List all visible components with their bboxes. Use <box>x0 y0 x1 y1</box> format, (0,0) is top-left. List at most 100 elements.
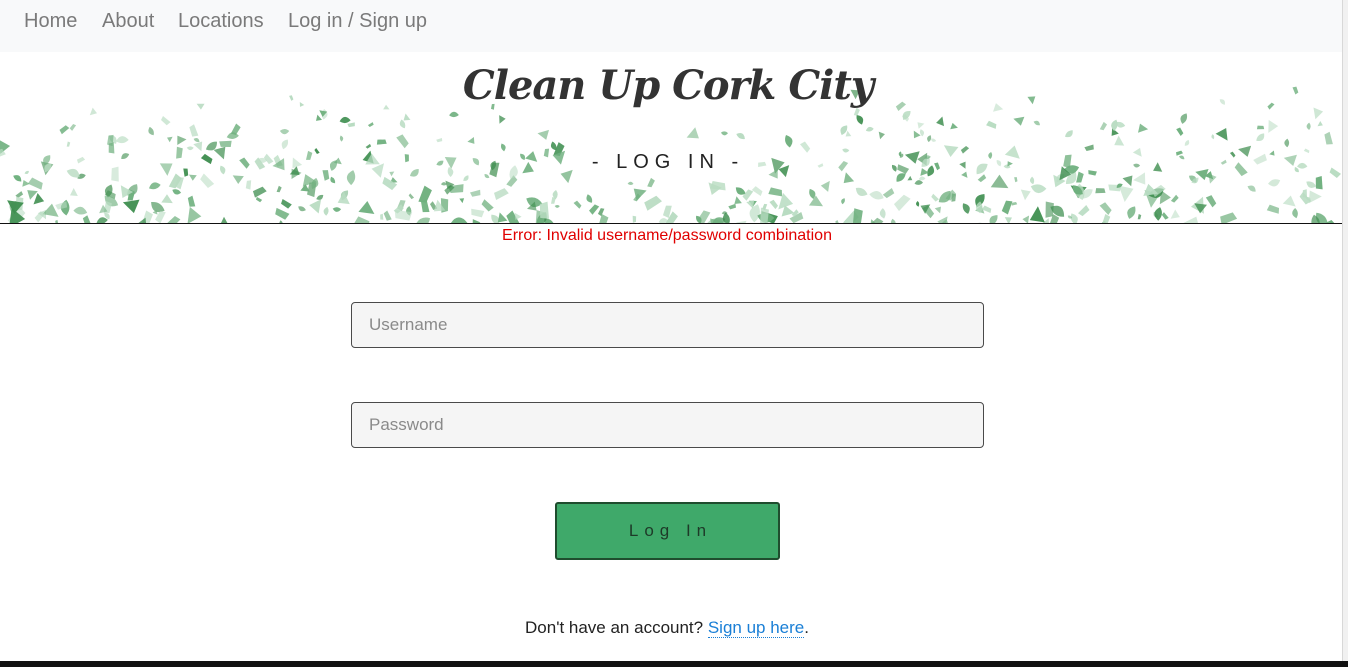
leaf-shape <box>167 136 173 143</box>
leaf-shape <box>148 126 154 136</box>
leaf-shape <box>1161 212 1169 220</box>
leaf-shape <box>1317 120 1323 127</box>
leaf-shape <box>256 196 263 203</box>
leaf-shape <box>66 141 71 147</box>
leaf-shape <box>977 174 987 183</box>
bottom-edge-bar <box>0 661 1348 667</box>
login-page: Home About Locations Log in / Sign up Cl… <box>0 0 1348 667</box>
nav-home-link[interactable]: Home <box>24 9 77 33</box>
leaf-shape <box>339 116 351 124</box>
leaf-shape <box>382 176 398 191</box>
leaf-shape <box>916 201 920 207</box>
leaf-shape <box>1284 138 1290 148</box>
top-navbar: Home About Locations Log in / Sign up <box>0 0 1342 52</box>
leaf-shape <box>936 116 944 127</box>
leaf-shape <box>330 176 336 184</box>
leaf-shape <box>1029 206 1045 223</box>
login-button[interactable]: Log In <box>555 502 780 560</box>
leaf-shape <box>166 216 181 223</box>
leaf-shape <box>1111 119 1118 131</box>
leaf-shape <box>1022 215 1030 223</box>
leaf-shape <box>1170 209 1180 219</box>
leaf-shape <box>893 194 911 212</box>
leaf-shape <box>13 175 22 182</box>
leaf-shape <box>769 199 779 210</box>
leaf-shape <box>554 205 560 208</box>
leaf-shape <box>189 124 199 137</box>
leaf-shape <box>1099 121 1108 131</box>
leaf-shape <box>1114 135 1125 146</box>
nav-locations-link[interactable]: Locations <box>178 9 264 33</box>
leaf-shape <box>279 129 290 135</box>
leaf-shape <box>1065 130 1073 138</box>
leaf-shape <box>436 138 443 143</box>
password-input[interactable] <box>351 402 984 448</box>
leaf-shape <box>332 207 342 212</box>
signup-prompt-text: Don't have an account? <box>525 618 704 637</box>
leaf-shape <box>347 122 355 128</box>
username-input[interactable] <box>351 302 984 348</box>
leaf-shape <box>187 195 196 207</box>
leaf-shape <box>1292 208 1298 219</box>
leaf-shape <box>1095 188 1106 194</box>
nav-login-signup-link[interactable]: Log in / Sign up <box>288 9 427 33</box>
leaf-shape <box>934 206 941 214</box>
leaf-shape <box>1004 217 1012 223</box>
leaf-shape <box>219 140 232 148</box>
leaf-shape <box>1020 189 1031 201</box>
leaf-shape <box>467 136 475 144</box>
leaf-shape <box>1176 127 1184 136</box>
leaf-shape <box>376 139 387 145</box>
leaf-shape <box>365 143 372 149</box>
page-heading: - LOG IN - <box>591 151 745 173</box>
leaf-shape <box>59 125 70 135</box>
leaf-shape <box>1099 202 1112 215</box>
leaf-shape <box>736 132 745 140</box>
leaf-shape <box>869 191 884 200</box>
leaf-shape <box>354 216 370 223</box>
leaf-shape <box>927 135 932 143</box>
leaf-shape <box>539 201 550 219</box>
leaf-shape <box>281 199 292 209</box>
leaf-shape <box>383 210 392 221</box>
leaf-shape <box>749 204 760 223</box>
leaf-shape <box>252 186 267 198</box>
scrollbar-track[interactable] <box>1342 0 1348 667</box>
leaf-shape <box>918 176 926 181</box>
leaf-shape <box>69 123 77 131</box>
leaf-shape <box>27 177 43 190</box>
leaf-shape <box>852 208 863 223</box>
leaf-shape <box>1001 200 1013 215</box>
leaf-shape <box>449 111 459 118</box>
leaf-shape <box>339 135 344 142</box>
leaf-shape <box>1029 176 1035 185</box>
leaf-shape <box>820 180 830 192</box>
leaf-shape <box>882 188 895 199</box>
leaf-shape <box>1101 214 1111 223</box>
leaf-shape <box>1118 185 1134 202</box>
leaf-shape <box>686 127 699 139</box>
signup-link[interactable]: Sign up here <box>707 618 805 638</box>
leaf-shape <box>358 201 375 214</box>
leaf-shape <box>415 217 431 223</box>
leaf-shape <box>1127 206 1136 219</box>
header-divider <box>0 223 1342 224</box>
leaf-shape <box>463 175 469 181</box>
leaf-shape <box>1184 139 1190 146</box>
leaf-shape <box>950 122 958 130</box>
leaf-shape <box>1137 214 1142 220</box>
leaf-shape <box>990 174 1009 189</box>
leaf-shape <box>1078 205 1090 217</box>
leaf-shape <box>187 206 202 223</box>
leaf-shape <box>471 208 485 218</box>
nav-about-link[interactable]: About <box>102 9 154 33</box>
signup-prompt-line: Don't have an account? Sign up here. <box>0 618 1334 638</box>
leaf-shape <box>1268 119 1279 133</box>
leaf-shape <box>1138 123 1149 133</box>
leaf-shape <box>245 180 252 190</box>
leaf-shape <box>494 188 509 200</box>
leaf-shape <box>917 122 925 129</box>
leaf-shape <box>1306 181 1317 188</box>
leaf-shape <box>878 131 885 140</box>
leaf-shape <box>499 115 506 124</box>
